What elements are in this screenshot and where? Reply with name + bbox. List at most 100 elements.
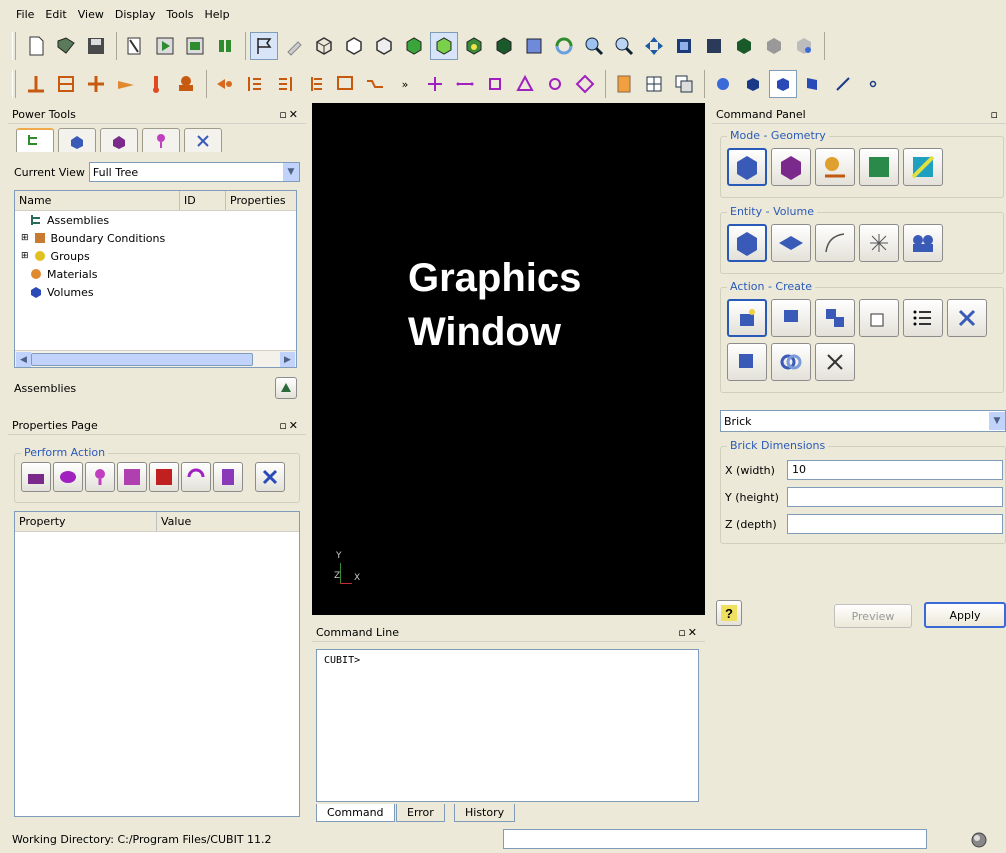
mode-bc-button[interactable] bbox=[815, 148, 855, 186]
tab-geometry[interactable] bbox=[58, 128, 96, 152]
save-button[interactable] bbox=[82, 32, 110, 60]
menu-view[interactable]: View bbox=[76, 8, 113, 21]
toolbar-grip[interactable] bbox=[12, 32, 16, 60]
green-cube-button[interactable] bbox=[400, 32, 428, 60]
entity-group-button[interactable] bbox=[903, 224, 943, 262]
column-properties[interactable]: Properties bbox=[226, 191, 296, 210]
tab-mesh[interactable] bbox=[100, 128, 138, 152]
geometry-tool-button[interactable] bbox=[22, 70, 50, 98]
mode-export-button[interactable] bbox=[859, 148, 899, 186]
zoom-out-button[interactable] bbox=[610, 32, 638, 60]
tree-item-volumes[interactable]: Volumes bbox=[15, 283, 296, 301]
assemblies-action-button[interactable] bbox=[275, 377, 297, 399]
menu-edit[interactable]: Edit bbox=[43, 8, 75, 21]
entity-volume-button[interactable] bbox=[727, 224, 767, 262]
select-surface-button[interactable] bbox=[769, 70, 797, 98]
scroll-thumb[interactable] bbox=[31, 353, 253, 366]
pan-button[interactable] bbox=[640, 32, 668, 60]
status-indicator-icon[interactable] bbox=[970, 831, 988, 849]
graphics-window[interactable]: Graphics Window Y Z X bbox=[312, 103, 705, 615]
hidden-line-button[interactable] bbox=[340, 32, 368, 60]
mode-geometry-button[interactable] bbox=[727, 148, 767, 186]
panel-float-close[interactable]: ▫✕ bbox=[279, 419, 300, 432]
iso-view-button[interactable] bbox=[790, 32, 818, 60]
action-button-8[interactable] bbox=[255, 462, 285, 492]
help-button[interactable]: ? bbox=[716, 600, 742, 626]
properties-table[interactable]: Property Value bbox=[14, 511, 300, 817]
select-curve-button[interactable] bbox=[829, 70, 857, 98]
dark-cube-button[interactable] bbox=[490, 32, 518, 60]
smooth-shade-button[interactable] bbox=[370, 32, 398, 60]
action-create-button[interactable] bbox=[727, 299, 767, 337]
mesh-tool-1-button[interactable] bbox=[211, 70, 239, 98]
new-file-button[interactable] bbox=[22, 32, 50, 60]
action-cleanup-button[interactable] bbox=[815, 343, 855, 381]
column-id[interactable]: ID bbox=[180, 191, 226, 210]
wireframe-button[interactable] bbox=[310, 32, 338, 60]
tree-item-boundary-conditions[interactable]: ⊞ Boundary Conditions bbox=[15, 229, 296, 247]
material-button[interactable] bbox=[172, 70, 200, 98]
zoom-in-button[interactable] bbox=[580, 32, 608, 60]
column-value[interactable]: Value bbox=[157, 512, 299, 531]
entity-vertex-button[interactable] bbox=[859, 224, 899, 262]
action-imprint-button[interactable] bbox=[727, 343, 767, 381]
mesh-tool-2-button[interactable] bbox=[241, 70, 269, 98]
fit-button[interactable] bbox=[670, 32, 698, 60]
menu-display[interactable]: Display bbox=[113, 8, 165, 21]
tree-item-materials[interactable]: Materials bbox=[15, 265, 296, 283]
action-button-1[interactable] bbox=[21, 462, 51, 492]
expand-icon[interactable]: ⊞ bbox=[21, 233, 29, 243]
column-name[interactable]: Name bbox=[15, 191, 180, 210]
thermometer-button[interactable] bbox=[142, 70, 170, 98]
scroll-left-icon[interactable]: ◀ bbox=[16, 352, 31, 367]
mode-analysis-button[interactable] bbox=[903, 148, 943, 186]
journal-button[interactable] bbox=[121, 32, 149, 60]
tree-item-assemblies[interactable]: Assemblies bbox=[15, 211, 296, 229]
mesh-tool-3-button[interactable] bbox=[271, 70, 299, 98]
select-volume-button[interactable] bbox=[709, 70, 737, 98]
action-button-5[interactable] bbox=[149, 462, 179, 492]
pick-button[interactable] bbox=[280, 32, 308, 60]
triangle-button[interactable] bbox=[511, 70, 539, 98]
open-file-button[interactable] bbox=[52, 32, 80, 60]
select-face-button[interactable] bbox=[799, 70, 827, 98]
action-modify-button[interactable] bbox=[771, 299, 811, 337]
scroll-right-icon[interactable]: ▶ bbox=[280, 352, 295, 367]
y-height-input[interactable] bbox=[787, 487, 1003, 507]
tab-pointer[interactable] bbox=[142, 128, 180, 152]
view-button[interactable] bbox=[700, 32, 728, 60]
tree-item-groups[interactable]: ⊞ Groups bbox=[15, 247, 296, 265]
window-button[interactable] bbox=[520, 32, 548, 60]
more-tools-button[interactable]: » bbox=[391, 70, 419, 98]
hex-button[interactable] bbox=[571, 70, 599, 98]
x-width-input[interactable]: 10 bbox=[787, 460, 1003, 480]
mesh-tool-5-button[interactable] bbox=[331, 70, 359, 98]
select-body-button[interactable] bbox=[739, 70, 767, 98]
vertex-button[interactable] bbox=[421, 70, 449, 98]
command-input-area[interactable]: CUBIT> bbox=[316, 649, 699, 802]
grid-button[interactable] bbox=[640, 70, 668, 98]
front-view-button[interactable] bbox=[730, 32, 758, 60]
shape-select[interactable]: Brick ▼ bbox=[720, 410, 1006, 432]
export-button[interactable] bbox=[610, 70, 638, 98]
action-button-3[interactable] bbox=[85, 462, 115, 492]
action-button-4[interactable] bbox=[117, 462, 147, 492]
curve-button[interactable] bbox=[451, 70, 479, 98]
z-depth-input[interactable] bbox=[787, 514, 1003, 534]
select-vertex-button[interactable] bbox=[859, 70, 887, 98]
action-delete-button[interactable] bbox=[947, 299, 987, 337]
menu-tools[interactable]: Tools bbox=[164, 8, 202, 21]
tab-tree[interactable] bbox=[16, 128, 54, 152]
tab-error[interactable]: Error bbox=[396, 804, 445, 822]
chevron-down-icon[interactable]: ▼ bbox=[283, 163, 299, 181]
action-button-6[interactable] bbox=[181, 462, 211, 492]
mesh-tool-6-button[interactable] bbox=[361, 70, 389, 98]
action-copy-button[interactable] bbox=[859, 299, 899, 337]
action-button-2[interactable] bbox=[53, 462, 83, 492]
mode-mesh-button[interactable] bbox=[771, 148, 811, 186]
menu-help[interactable]: Help bbox=[203, 8, 239, 21]
pause-button[interactable] bbox=[211, 32, 239, 60]
action-list-button[interactable] bbox=[903, 299, 943, 337]
toolbar-grip[interactable] bbox=[12, 70, 16, 98]
sweep-button[interactable] bbox=[112, 70, 140, 98]
